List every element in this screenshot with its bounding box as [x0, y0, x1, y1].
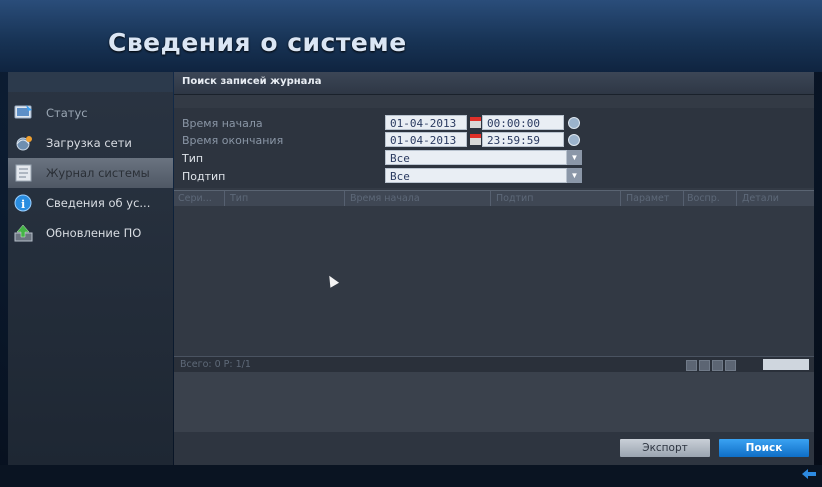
sidebar-item-label: Журнал системы [46, 166, 150, 180]
results-summary: Всего: 0 P: 1/1 [180, 359, 251, 370]
column-header-subtype[interactable]: Подтип [496, 193, 533, 204]
type-select[interactable]: Все [385, 150, 567, 165]
calendar-icon[interactable] [470, 134, 481, 145]
column-header-details[interactable]: Детали [742, 193, 779, 204]
sidebar: Статус Загрузка сети Журнал системы i Св… [8, 72, 173, 465]
sidebar-item-upgrade[interactable]: Обновление ПО [8, 218, 173, 248]
end-date-field[interactable]: 01-04-2013 [385, 132, 467, 147]
start-time-label: Время начала [182, 117, 263, 130]
back-arrow-icon[interactable] [800, 467, 818, 481]
column-divider [490, 191, 491, 206]
column-divider [224, 191, 225, 206]
sidebar-item-label: Обновление ПО [46, 226, 142, 240]
info-icon: i [14, 194, 34, 212]
end-time-label: Время окончания [182, 134, 284, 147]
sidebar-item-label: Статус [46, 106, 88, 120]
column-divider [344, 191, 345, 206]
column-header-playback[interactable]: Воспр. [687, 193, 720, 204]
sidebar-item-network[interactable]: Загрузка сети [8, 128, 173, 158]
page-number-input[interactable] [763, 359, 809, 370]
screen: Сведения о системе Статус Загрузка сети … [0, 0, 822, 487]
start-date-field[interactable]: 01-04-2013 [385, 115, 467, 130]
panel-header: Поиск записей журнала [174, 72, 814, 95]
table-pagination: Всего: 0 P: 1/1 [174, 356, 814, 372]
subtype-label: Подтип [182, 170, 226, 183]
column-divider [683, 191, 684, 206]
export-button[interactable]: Экспорт [620, 439, 710, 457]
column-header-serial[interactable]: Сери... [178, 193, 212, 204]
end-time-field[interactable]: 23:59:59 [482, 132, 564, 147]
sidebar-item-label: Загрузка сети [46, 136, 132, 150]
start-time-field[interactable]: 00:00:00 [482, 115, 564, 130]
calendar-icon[interactable] [470, 117, 481, 128]
bottom-bar [0, 465, 822, 487]
next-page-icon[interactable] [712, 360, 723, 371]
clock-icon[interactable] [568, 117, 580, 129]
column-divider [620, 191, 621, 206]
monitor-icon [14, 104, 34, 122]
details-area [174, 372, 814, 432]
network-icon [14, 134, 34, 152]
column-header-start-time[interactable]: Время начала [350, 193, 420, 204]
clock-icon[interactable] [568, 134, 580, 146]
sidebar-item-status[interactable]: Статус [8, 98, 173, 128]
sidebar-item-log[interactable]: Журнал системы [8, 158, 173, 188]
sidebar-header [8, 72, 173, 92]
type-label: Тип [182, 152, 204, 165]
last-page-icon[interactable] [725, 360, 736, 371]
subtype-select[interactable]: Все [385, 168, 567, 183]
upgrade-icon [14, 224, 34, 242]
svg-text:i: i [21, 198, 25, 211]
panel-title: Поиск записей журнала [182, 76, 322, 87]
sidebar-item-device-info[interactable]: i Сведения об ус... [8, 188, 173, 218]
chevron-down-icon[interactable]: ▼ [567, 168, 582, 183]
chevron-down-icon[interactable]: ▼ [567, 150, 582, 165]
log-icon [14, 164, 34, 182]
results-table-header: Сери... Тип Время начала Подтип Парамет … [174, 190, 814, 206]
column-divider [736, 191, 737, 206]
first-page-icon[interactable] [686, 360, 697, 371]
log-search-panel: Поиск записей журнала Время начала 01-04… [174, 72, 814, 465]
search-button[interactable]: Поиск [719, 439, 809, 457]
page-title: Сведения о системе [108, 28, 407, 57]
header-bar: Сведения о системе [0, 0, 822, 72]
column-header-type[interactable]: Тип [230, 193, 248, 204]
column-header-params[interactable]: Парамет [626, 193, 669, 204]
button-bar [174, 432, 814, 465]
prev-page-icon[interactable] [699, 360, 710, 371]
sidebar-item-label: Сведения об ус... [46, 196, 151, 210]
results-table-body [174, 206, 814, 356]
